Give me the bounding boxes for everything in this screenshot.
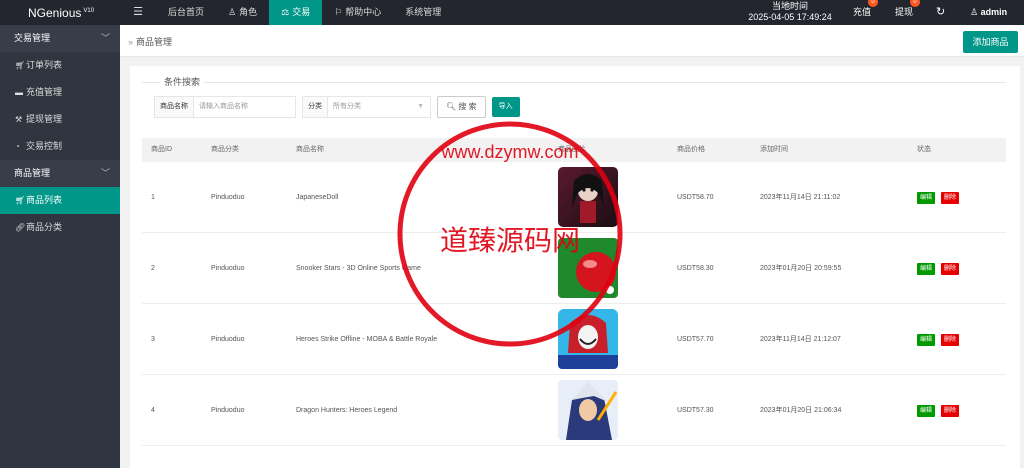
delete-button[interactable]: 删除 <box>941 405 960 417</box>
sidebar: 交易管理 ﹀ 🛒︎订单列表 ▬ 充值管理 ⚒ 提现管理 ◔ 交易控制 商品管理 ﹀ 🛒… <box>0 25 120 468</box>
sidebar-item-recharge[interactable]: ▬ 充值管理 <box>0 79 120 106</box>
chat-icon: ▬ <box>15 88 23 97</box>
sidebar-item-withdraw[interactable]: ⚒ 提现管理 <box>0 106 120 133</box>
sidebar-item-goods-list[interactable]: 🛒︎商品列表 <box>0 187 120 214</box>
sidebar-item-trade-control[interactable]: ◔ 交易控制 <box>0 133 120 160</box>
col-id: 商品ID <box>151 146 172 153</box>
col-name: 商品名称 <box>296 146 324 153</box>
caret-down-icon: ▼ <box>417 103 424 110</box>
row-actions: 编辑 删除 <box>917 334 965 346</box>
edit-button[interactable]: 编辑 <box>917 263 936 275</box>
gauge-icon: ◔ <box>15 142 20 151</box>
search-button[interactable]: 🔍︎ 搜 索 <box>437 96 486 118</box>
scale-icon: ⚖ <box>281 7 290 17</box>
goods-name-label: 商品名称 <box>154 96 193 118</box>
import-button[interactable]: 导入 <box>491 97 520 117</box>
row-actions: 编辑 删除 <box>917 405 965 417</box>
search-icon: 🔍︎ <box>446 102 457 111</box>
delete-button[interactable]: 删除 <box>941 263 960 275</box>
goods-image <box>558 380 618 440</box>
nav-help[interactable]: ⚐ 帮助中心 <box>322 0 393 25</box>
link-icon: 🔗︎ <box>15 223 26 232</box>
search-legend: 条件搜索 <box>160 75 205 88</box>
table-row: 2 Pinduoduo Snooker Stars - 3D Online Sp… <box>142 233 1006 304</box>
row-actions: 编辑 删除 <box>917 192 965 204</box>
main-panel: 条件搜索 商品名称 请输入商品名称 分类 所有分类 ▼ 🔍︎ 搜 索 导入 商品… <box>130 66 1020 468</box>
cart-icon: 🛒︎ <box>15 196 26 205</box>
user-menu[interactable]: ♙ admin <box>970 0 1007 25</box>
sidebar-item-goods-category[interactable]: 🔗︎商品分类 <box>0 214 120 241</box>
delete-button[interactable]: 删除 <box>941 192 960 204</box>
recharge-link[interactable]: 充值 0 <box>853 0 879 25</box>
chevron-down-icon: ﹀ <box>100 168 110 178</box>
app-logo: NGenious V10 <box>0 0 120 25</box>
col-time: 添加时间 <box>760 146 788 153</box>
top-bar: NGenious V10 ☰ 后台首页 ♙ 角色 ⚖ 交易 ⚐ 帮助中心 系统管理 当地… <box>0 0 1024 25</box>
search-row: 商品名称 请输入商品名称 分类 所有分类 ▼ 🔍︎ 搜 索 导入 <box>154 96 520 118</box>
nav-trade[interactable]: ⚖ 交易 <box>269 0 323 25</box>
col-image: 商品图片 <box>558 146 586 153</box>
nav-home[interactable]: 后台首页 <box>156 0 216 25</box>
goods-image <box>558 238 618 298</box>
sidebar-item-orders[interactable]: 🛒︎订单列表 <box>0 52 120 79</box>
top-nav: ☰ 后台首页 ♙ 角色 ⚖ 交易 ⚐ 帮助中心 系统管理 <box>120 0 453 25</box>
category-label: 分类 <box>302 96 327 118</box>
goods-image <box>558 167 618 227</box>
breadcrumb: » 商品管理 <box>128 37 173 47</box>
edit-button[interactable]: 编辑 <box>917 405 936 417</box>
table-row: 3 Pinduoduo Heroes Strike Offline - MOBA… <box>142 304 1006 375</box>
row-actions: 编辑 删除 <box>917 263 965 275</box>
cart-icon: 🛒︎ <box>15 61 26 70</box>
add-goods-button[interactable]: 添加商品 <box>963 31 1018 53</box>
recharge-badge: 0 <box>868 0 879 7</box>
table-row: 4 Pinduoduo Dragon Hunters: Heroes Legen… <box>142 375 1006 446</box>
col-status: 状态 <box>917 146 931 153</box>
breadcrumb-bar: » 商品管理 添加商品 <box>120 25 1024 57</box>
edit-button[interactable]: 编辑 <box>917 334 936 346</box>
refresh-icon[interactable]: ↻ <box>936 0 945 25</box>
nav-system[interactable]: 系统管理 <box>393 0 453 25</box>
nav-roles[interactable]: ♙ 角色 <box>216 0 269 25</box>
user-icon: ♙ <box>970 7 979 17</box>
table-row: 1 Pinduoduo JapaneseDoll USDT58.70 2023年… <box>142 162 1006 233</box>
sidebar-group-goods[interactable]: 商品管理 ﹀ <box>0 160 120 187</box>
delete-button[interactable]: 删除 <box>941 334 960 346</box>
withdraw-link[interactable]: 提现 0 <box>895 0 921 25</box>
edit-button[interactable]: 编辑 <box>917 192 936 204</box>
hammer-icon: ⚒ <box>15 115 23 124</box>
goods-name-input[interactable]: 请输入商品名称 <box>193 96 296 118</box>
category-select[interactable]: 所有分类 ▼ <box>327 96 431 118</box>
col-category: 商品分类 <box>211 146 239 153</box>
goods-image <box>558 309 618 369</box>
menu-toggle-icon[interactable]: ☰ <box>120 0 156 25</box>
chevron-down-icon: ﹀ <box>100 33 110 43</box>
local-time: 当地时间 2025-04-05 17:49:24 <box>748 1 832 22</box>
table-header: 商品ID 商品分类 商品名称 商品图片 商品价格 添加时间 状态 <box>142 138 1006 162</box>
sidebar-group-trade[interactable]: 交易管理 ﹀ <box>0 25 120 52</box>
flag-icon: ⚐ <box>334 7 343 17</box>
withdraw-badge: 0 <box>910 0 921 7</box>
col-price: 商品价格 <box>677 146 705 153</box>
user-icon: ♙ <box>228 7 237 17</box>
goods-table: 商品ID 商品分类 商品名称 商品图片 商品价格 添加时间 状态 1 Pindu… <box>142 138 1006 446</box>
